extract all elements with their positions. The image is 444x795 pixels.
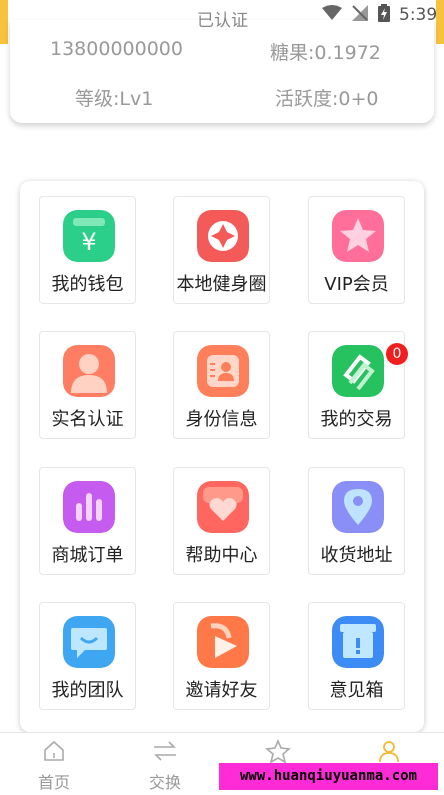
fitness-icon [197, 210, 249, 262]
menu-label: 收货地址 [320, 545, 393, 566]
order-chart-icon [63, 481, 115, 533]
no-signal-icon [352, 5, 368, 21]
home-icon [44, 740, 64, 761]
menu-label: 我的交易 [320, 409, 393, 430]
battery-icon [378, 4, 390, 22]
verified-status: 已认证 [197, 11, 248, 31]
menu-label: 我的团队 [51, 680, 124, 701]
menu-item-vip[interactable]: VIP会员 [308, 196, 405, 304]
menu-label: 身份信息 [185, 409, 258, 430]
menu-label: 商城订单 [51, 545, 124, 566]
menu-item-feedback[interactable]: 意见箱 [308, 602, 405, 710]
id-card-icon [197, 345, 249, 397]
menu-item-address[interactable]: 收货地址 [308, 467, 405, 575]
watermark-banner: www.huanqiuyuanma.com [219, 763, 438, 790]
menu-label: 邀请好友 [185, 680, 258, 701]
tab-home[interactable]: 首页 [24, 739, 84, 793]
exchange-icon [154, 741, 176, 761]
tab-label: 首页 [37, 773, 70, 792]
menu-item-realname[interactable]: 实名认证 [39, 331, 136, 439]
wifi-icon [322, 5, 342, 20]
menu-item-team[interactable]: 我的团队 [39, 602, 136, 710]
transaction-icon [332, 345, 384, 397]
team-chat-icon [63, 616, 115, 668]
user-activity: 活跃度:0+0 [275, 88, 379, 110]
invite-play-icon [197, 616, 249, 668]
vip-star-icon [332, 210, 384, 262]
status-time: 5:39 [399, 5, 438, 25]
menu-item-orders[interactable]: 商城订单 [39, 467, 136, 575]
menu-item-help[interactable]: 帮助中心 [173, 467, 270, 575]
feedback-box-icon [332, 616, 384, 668]
tab-exchange[interactable]: 交换 [135, 739, 195, 793]
star-icon [265, 738, 291, 764]
user-level: 等级:Lv1 [75, 88, 154, 110]
notification-badge: 0 [386, 343, 408, 365]
menu-label: 实名认证 [51, 409, 124, 430]
menu-item-identity[interactable]: 身份信息 [173, 331, 270, 439]
profile-icon [379, 741, 399, 763]
user-info-card: 13800000000 糖果:0.1972 等级:Lv1 活跃度:0+0 [10, 20, 434, 123]
menu-item-fitness[interactable]: 本地健身圈 [173, 196, 270, 304]
wallet-icon: ¥ [63, 210, 115, 262]
svg-text:¥: ¥ [81, 228, 96, 256]
user-candy: 糖果:0.1972 [270, 42, 381, 64]
heart-help-icon [197, 481, 249, 533]
menu-grid: ¥ 我的钱包 本地健身圈 VIP会员 实名认证 身份信息 0 我的交易 商城订单… [20, 181, 424, 732]
menu-label: 本地健身圈 [176, 274, 267, 295]
user-phone: 13800000000 [50, 38, 183, 60]
menu-item-transactions[interactable]: 0 我的交易 [308, 331, 408, 439]
menu-label: 我的钱包 [51, 274, 124, 295]
menu-item-wallet[interactable]: ¥ 我的钱包 [39, 196, 136, 304]
status-bar: 已认证 5:39 [0, 0, 444, 32]
location-pin-icon [332, 481, 384, 533]
person-icon [63, 345, 115, 397]
menu-label: 意见箱 [329, 680, 384, 701]
tab-label: 交换 [148, 773, 181, 792]
menu-label: VIP会员 [324, 274, 389, 295]
menu-label: 帮助中心 [185, 545, 258, 566]
menu-item-invite[interactable]: 邀请好友 [173, 602, 270, 710]
